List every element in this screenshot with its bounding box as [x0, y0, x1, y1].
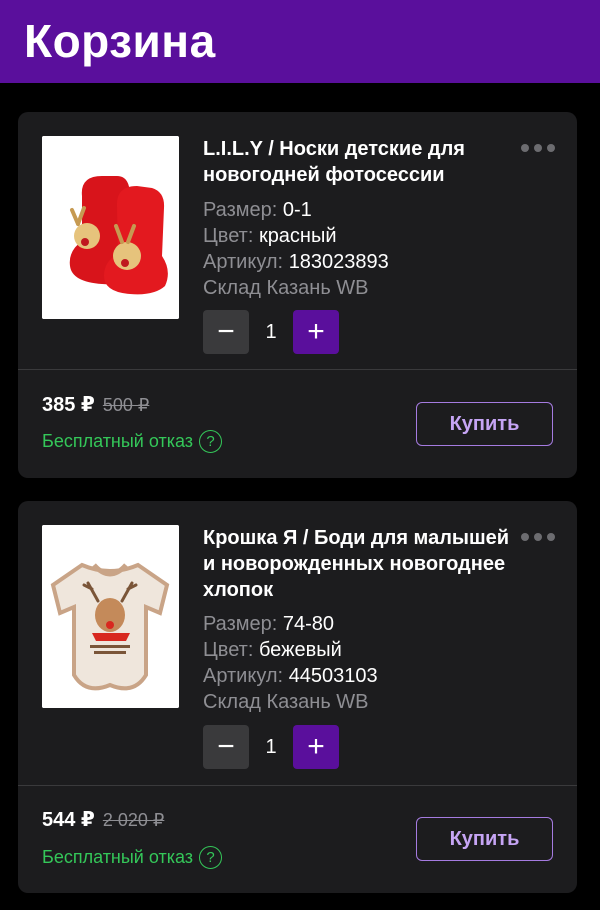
attr-size-key: Размер: [203, 199, 278, 221]
warehouse-label: Склад Казань WB [203, 277, 369, 299]
buy-button[interactable]: Купить [416, 402, 553, 446]
increase-quantity-button[interactable]: + [293, 310, 339, 354]
cart-item-card: Крошка Я / Боди для малышей и новорожден… [18, 501, 577, 893]
buy-button[interactable]: Купить [416, 817, 553, 861]
attr-article-key: Артикул: [203, 665, 284, 687]
price-row: 544 ₽ 2 020 ₽ [42, 807, 164, 832]
attr-size-value: 0-1 [282, 199, 312, 221]
attr-size-key: Размер: [203, 613, 278, 635]
question-icon[interactable]: ? [199, 430, 223, 453]
question-icon[interactable]: ? [199, 846, 223, 869]
quantity-stepper: − 1 + [203, 725, 343, 769]
product-image[interactable] [42, 525, 179, 708]
product-image[interactable] [42, 136, 179, 319]
quantity-value: 1 [265, 735, 277, 758]
decrease-quantity-button[interactable]: − [203, 725, 249, 769]
current-price: 385 ₽ [42, 394, 95, 416]
free-refusal-label: Бесплатный отказ [42, 431, 194, 451]
attr-article-key: Артикул: [203, 251, 284, 273]
attr-color-key: Цвет: [203, 639, 254, 661]
attr-article-value: 44503103 [288, 665, 378, 687]
more-options-icon[interactable] [521, 140, 555, 156]
baby-socks-reindeer-icon [42, 136, 179, 319]
product-title[interactable]: L.I.L.Y / Носки детские для новогодней ф… [203, 136, 523, 188]
divider [18, 369, 577, 370]
old-price: 2 020 ₽ [102, 810, 165, 830]
attr-color-value: красный [258, 225, 337, 247]
divider [18, 785, 577, 786]
free-refusal-label: Бесплатный отказ [42, 847, 194, 867]
attr-color-key: Цвет: [203, 225, 254, 247]
product-attributes: Размер: 74-80 Цвет: бежевый Артикул: 445… [203, 611, 378, 715]
free-refusal-info: Бесплатный отказ ? [42, 846, 223, 869]
product-title[interactable]: Крошка Я / Боди для малышей и новорожден… [203, 525, 523, 603]
cart-item-card: L.I.L.Y / Носки детские для новогодней ф… [18, 112, 577, 478]
old-price: 500 ₽ [102, 395, 150, 415]
baby-bodysuit-reindeer-icon [42, 525, 179, 708]
warehouse-label: Склад Казань WB [203, 691, 369, 713]
free-refusal-info: Бесплатный отказ ? [42, 430, 223, 453]
attr-size-value: 74-80 [282, 613, 335, 635]
attr-article-value: 183023893 [288, 251, 389, 273]
increase-quantity-button[interactable]: + [293, 725, 339, 769]
current-price: 544 ₽ [42, 809, 95, 831]
quantity-value: 1 [265, 320, 277, 343]
app-header: Корзина [0, 0, 600, 83]
price-row: 385 ₽ 500 ₽ [42, 392, 149, 417]
page-title: Корзина [24, 15, 216, 67]
decrease-quantity-button[interactable]: − [203, 310, 249, 354]
attr-color-value: бежевый [258, 639, 342, 661]
product-attributes: Размер: 0-1 Цвет: красный Артикул: 18302… [203, 197, 389, 301]
more-options-icon[interactable] [521, 529, 555, 545]
quantity-stepper: − 1 + [203, 310, 343, 354]
